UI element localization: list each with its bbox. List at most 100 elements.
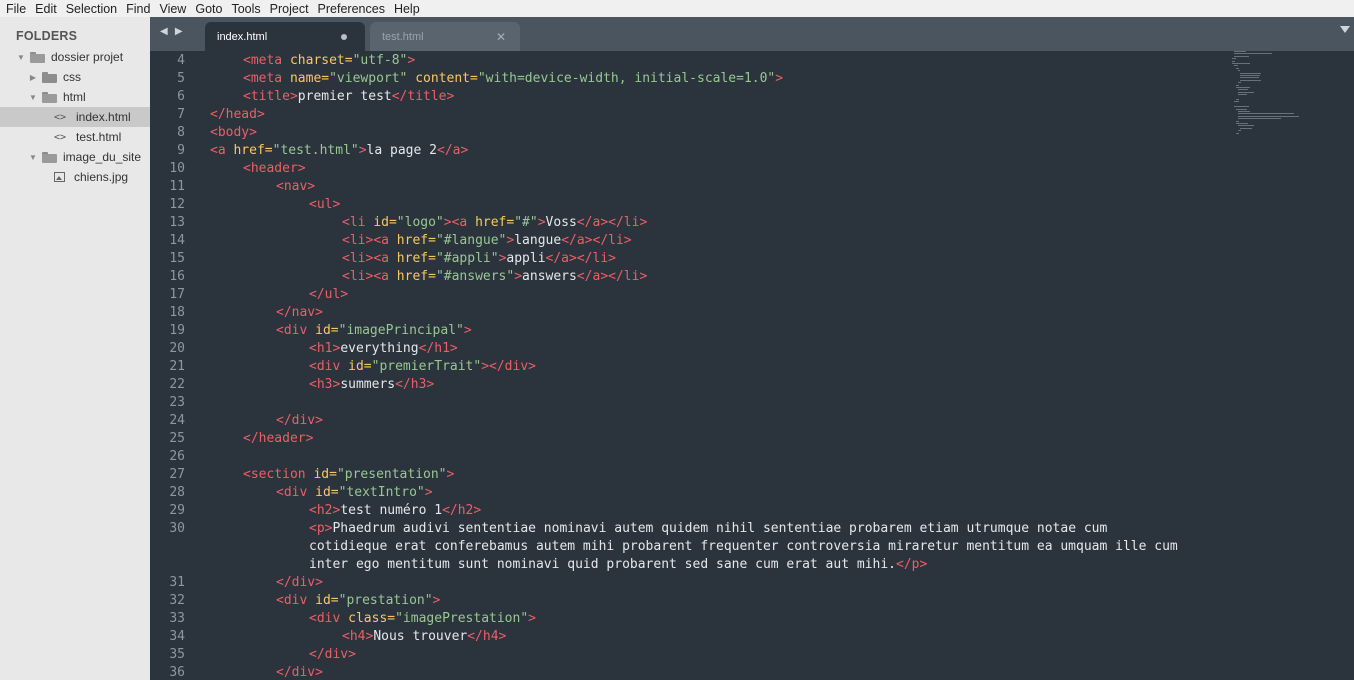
code-tag: </h1> xyxy=(418,341,458,356)
code-tag: > xyxy=(537,215,546,230)
code-tag: <ul> xyxy=(309,197,341,212)
chevron-down-icon[interactable]: ▼ xyxy=(16,53,26,62)
minimap-line xyxy=(1238,94,1247,96)
code-tag: </div> xyxy=(309,647,356,662)
code-tag: <body> xyxy=(210,125,257,140)
code-text: langue xyxy=(514,233,562,248)
code-tag: > xyxy=(446,467,455,482)
code-string: "presentation" xyxy=(336,467,447,482)
code-tag: <h4> xyxy=(342,629,374,644)
line-number: 26 xyxy=(169,449,185,464)
line-number: 8 xyxy=(177,125,185,140)
code-tag: > xyxy=(528,611,536,626)
tab-test-html[interactable]: test.html ✕ xyxy=(370,22,520,51)
menu-file[interactable]: File xyxy=(6,2,26,16)
code-attribute: href= xyxy=(233,143,273,158)
image-file-icon xyxy=(54,172,65,182)
code-text: appli xyxy=(506,251,546,266)
minimap-line xyxy=(1238,82,1241,84)
minimap-line xyxy=(1238,115,1300,117)
minimap-line xyxy=(1236,132,1240,134)
menu-tools[interactable]: Tools xyxy=(231,2,260,16)
code-attribute: id= xyxy=(315,593,339,608)
code-tag: </a> xyxy=(545,251,577,266)
code-text: la page 2 xyxy=(366,143,437,158)
minimap[interactable] xyxy=(1232,51,1302,141)
code-tag: </div> xyxy=(276,665,323,680)
code-tag: <a xyxy=(373,233,397,248)
code-text: test numéro 1 xyxy=(340,503,443,518)
nav-arrows-icon[interactable]: ◀ ▶ xyxy=(160,26,185,37)
close-icon[interactable]: ✕ xyxy=(496,30,506,44)
code-tag: <div xyxy=(309,359,349,374)
code-tag: > xyxy=(481,359,490,374)
sidebar-item-test-html[interactable]: <> test.html xyxy=(0,127,150,147)
code-tag: > xyxy=(432,593,441,608)
menu-view[interactable]: View xyxy=(159,2,186,16)
sidebar-item-index-html[interactable]: <> index.html xyxy=(0,107,150,127)
minimap-line xyxy=(1238,113,1295,115)
line-number: 28 xyxy=(169,485,185,500)
code-tag: <div xyxy=(309,611,349,626)
sidebar-item-label: image_du_site xyxy=(63,150,142,164)
sidebar-item-label: html xyxy=(63,90,86,104)
tab-index-html[interactable]: index.html xyxy=(205,22,365,51)
sidebar-heading: FOLDERS xyxy=(16,29,78,43)
sidebar-item-label: chiens.jpg xyxy=(74,170,129,184)
code-string: "#langue" xyxy=(435,233,507,248)
sidebar: FOLDERS ▼ dossier projet ▶ css ▼ html <> index.… xyxy=(0,17,150,680)
code-tag: </div> xyxy=(276,575,323,590)
chevron-right-icon[interactable]: ▶ xyxy=(28,73,38,82)
sidebar-item-image-du-site[interactable]: ▼ image_du_site xyxy=(0,147,150,167)
menu-goto[interactable]: Goto xyxy=(195,2,222,16)
line-number: 29 xyxy=(169,503,185,518)
tab-bar: ◀ ▶ index.html test.html ✕ xyxy=(150,17,1354,51)
minimap-line xyxy=(1238,91,1254,93)
menu-project[interactable]: Project xyxy=(270,2,309,16)
line-number: 30 xyxy=(169,521,185,536)
chevron-down-icon[interactable]: ▼ xyxy=(28,93,38,102)
chevron-down-icon[interactable]: ▼ xyxy=(28,153,38,162)
code-text: inter ego mentitum sunt nominavi quid pr… xyxy=(309,557,896,572)
code-attribute: id= xyxy=(315,323,339,338)
sidebar-item-dossier-projet[interactable]: ▼ dossier projet xyxy=(0,47,150,67)
line-number: 11 xyxy=(169,179,185,194)
code-editor[interactable]: 4 <meta charset="utf-8"> 5 <meta name="view… xyxy=(150,51,1354,680)
code-text: cotidieque erat conferebamus autem mihi … xyxy=(309,539,1178,554)
menu-find[interactable]: Find xyxy=(126,2,150,16)
code-tag: > xyxy=(463,323,472,338)
code-tag: </p> xyxy=(896,557,928,572)
code-string: "with=device-width, initial-scale=1.0" xyxy=(477,71,776,86)
code-tag: </head> xyxy=(210,107,265,122)
line-number: 4 xyxy=(177,53,185,68)
minimap-line xyxy=(1238,111,1251,112)
sidebar-item-html[interactable]: ▼ html xyxy=(0,87,150,107)
code-attribute: href= xyxy=(475,215,515,230)
line-number: 19 xyxy=(169,323,185,338)
code-tag: <div xyxy=(276,485,316,500)
line-number: 33 xyxy=(169,611,185,626)
minimap-line xyxy=(1234,55,1249,57)
line-number: 10 xyxy=(169,161,185,176)
code-string: "viewport" xyxy=(329,71,408,86)
minimap-line xyxy=(1240,127,1252,129)
menu-help[interactable]: Help xyxy=(394,2,420,16)
minimap-line xyxy=(1236,120,1240,122)
code-string: "imagePrincipal" xyxy=(338,323,464,338)
menu-edit[interactable]: Edit xyxy=(35,2,57,16)
line-number: 21 xyxy=(169,359,185,374)
menu-selection[interactable]: Selection xyxy=(66,2,117,16)
unsaved-dot-icon[interactable] xyxy=(341,33,347,40)
code-tag: <div xyxy=(276,323,316,338)
minimap-line xyxy=(1236,87,1250,88)
code-text: summers xyxy=(340,377,396,392)
sidebar-item-css[interactable]: ▶ css xyxy=(0,67,150,87)
line-number: 24 xyxy=(169,413,185,428)
code-tag: <title> xyxy=(243,89,298,104)
sidebar-item-chiens-jpg[interactable]: chiens.jpg xyxy=(0,167,150,187)
line-number: 13 xyxy=(169,215,185,230)
code-tag: </h2> xyxy=(442,503,482,518)
code-tag: </a> xyxy=(576,269,609,284)
dropdown-icon[interactable] xyxy=(1340,26,1350,33)
menu-preferences[interactable]: Preferences xyxy=(318,2,385,16)
